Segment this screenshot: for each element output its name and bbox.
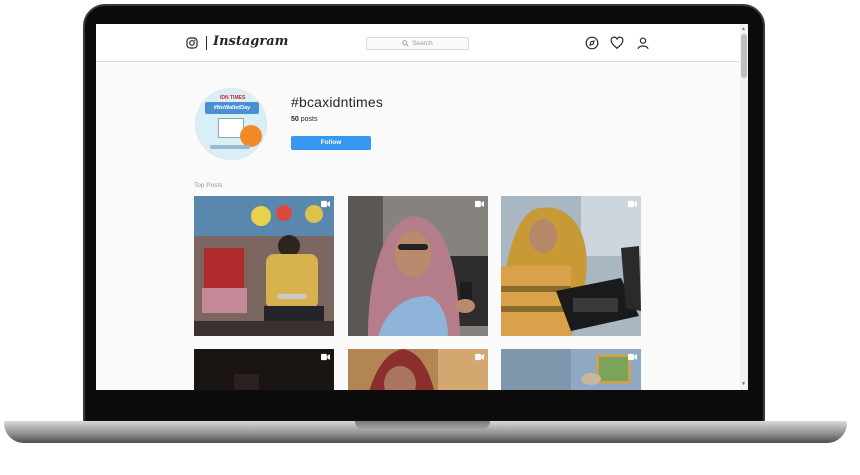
video-badge-icon bbox=[321, 200, 330, 208]
video-badge-icon bbox=[628, 200, 637, 208]
search-input[interactable]: Search bbox=[366, 37, 469, 50]
post-thumbnail bbox=[194, 196, 334, 336]
laptop-bezel bbox=[96, 390, 748, 406]
video-badge-icon bbox=[628, 353, 637, 361]
post-tile[interactable] bbox=[501, 196, 641, 336]
post-count: 50 posts bbox=[291, 116, 317, 123]
top-nav: Instagram Search bbox=[96, 24, 740, 62]
profile-icon[interactable] bbox=[636, 36, 650, 50]
laptop-notch bbox=[355, 421, 490, 430]
avatar-footer-strip bbox=[210, 145, 250, 149]
video-badge-icon bbox=[475, 353, 484, 361]
instagram-glyph-icon[interactable] bbox=[186, 37, 198, 49]
avatar-tag-text: #NoWalletDay bbox=[205, 102, 259, 114]
post-tile[interactable] bbox=[348, 349, 488, 390]
hashtag-title: #bcaxidntimes bbox=[291, 94, 384, 110]
post-tile[interactable] bbox=[194, 349, 334, 390]
video-badge-icon bbox=[321, 353, 330, 361]
top-posts-heading: Top Posts bbox=[194, 182, 223, 189]
post-tile[interactable] bbox=[501, 349, 641, 390]
search-placeholder: Search bbox=[412, 40, 433, 47]
post-thumbnail bbox=[501, 196, 641, 336]
post-count-label: posts bbox=[300, 116, 318, 123]
video-badge-icon bbox=[475, 200, 484, 208]
heart-icon[interactable] bbox=[610, 36, 624, 50]
search-icon bbox=[402, 40, 409, 47]
hashtag-avatar: IDN TIMES #NoWalletDay bbox=[195, 88, 267, 160]
post-thumbnail bbox=[194, 349, 334, 390]
post-thumbnail bbox=[501, 349, 641, 390]
page-scrollbar[interactable]: ▲ ▼ bbox=[740, 24, 748, 390]
post-tile[interactable] bbox=[194, 196, 334, 336]
avatar-burst-illustration bbox=[240, 125, 262, 147]
compass-icon[interactable] bbox=[585, 36, 599, 50]
post-tile[interactable] bbox=[348, 196, 488, 336]
instagram-wordmark[interactable]: Instagram bbox=[213, 34, 288, 49]
post-thumbnail bbox=[348, 349, 488, 390]
scroll-thumb[interactable] bbox=[741, 34, 747, 78]
browser-viewport: Instagram Search ▲ ▼ IDN TIMES #NoWallet… bbox=[96, 24, 748, 390]
logo-divider bbox=[206, 36, 207, 50]
post-count-number: 50 bbox=[291, 116, 299, 123]
scroll-up-arrow-icon[interactable]: ▲ bbox=[741, 26, 746, 32]
avatar-brand-text: IDN TIMES bbox=[220, 95, 246, 101]
post-thumbnail bbox=[348, 196, 488, 336]
scroll-down-arrow-icon[interactable]: ▼ bbox=[741, 381, 746, 387]
follow-button[interactable]: Follow bbox=[291, 136, 371, 150]
